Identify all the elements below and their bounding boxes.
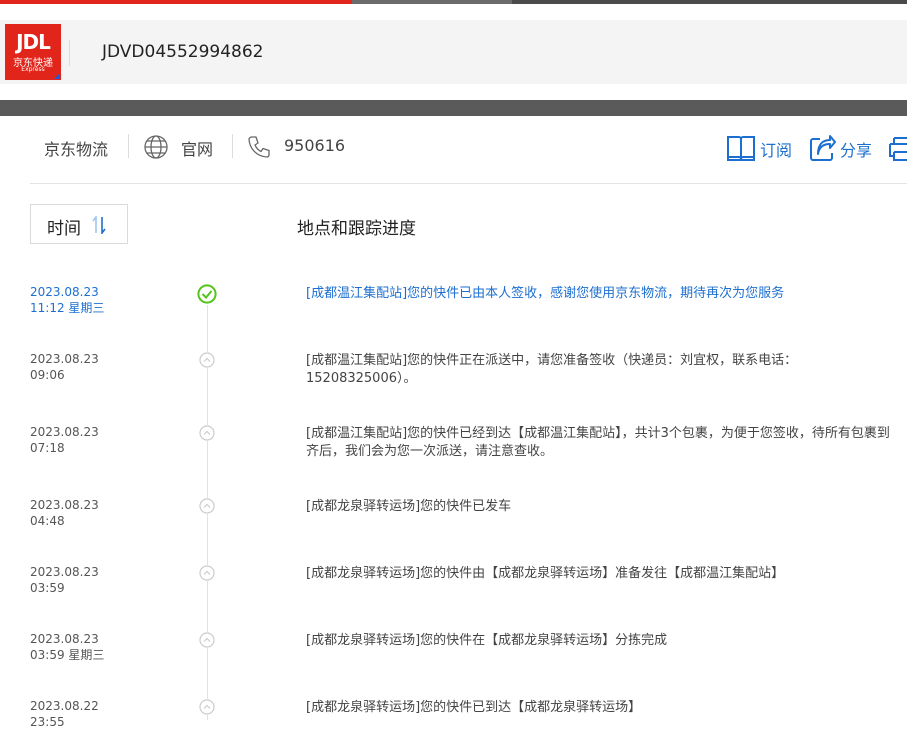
sort-label: 时间 (47, 219, 81, 239)
event-time: 03:59 (30, 581, 65, 595)
sort-by-time-button[interactable]: 时间 (30, 204, 128, 244)
chevron-up-circle-icon (199, 352, 215, 368)
logo-text: JDL (16, 30, 51, 54)
carrier-name: 京东物流 (44, 140, 109, 159)
phone-icon (248, 136, 270, 158)
event-description: [成都龙泉驿转运场]您的快件由【成都龙泉驿转运场】准备发往【成都温江集配站】 (306, 566, 785, 581)
official-site-link[interactable]: 官网 (181, 136, 213, 160)
event-datetime: 2023.08.23 03:59 星期三 (30, 631, 104, 663)
subscribe-label: 订阅 (760, 141, 793, 160)
event-datetime: 2023.08.23 11:12 星期三 (30, 284, 104, 316)
event-description: [成都温江集配站]您的快件正在派送中，请您准备签收（快递员：刘宜权，联系电话：1… (306, 353, 798, 386)
carrier-info-bar: 京东物流 官网 950616 订阅 分享 (30, 130, 907, 166)
chevron-up-circle-icon (199, 425, 215, 441)
event-datetime: 2023.08.23 09:06 (30, 351, 99, 383)
info-divider (128, 134, 129, 158)
event-time: 04:48 (30, 514, 65, 528)
print-icon[interactable] (888, 134, 907, 162)
waybill-header: JDL 京东快递 Express JDVD04552994862 (0, 20, 907, 84)
book-icon (727, 136, 755, 161)
chevron-up-circle-icon (199, 699, 215, 715)
service-phone: 950616 (284, 136, 346, 155)
globe-icon[interactable] (143, 134, 169, 160)
sort-arrows-icon (92, 216, 106, 234)
event-date: 2023.08.23 (30, 352, 99, 366)
share-icon (810, 135, 836, 161)
event-date: 2023.08.22 (30, 699, 99, 713)
tracking-number: JDVD04552994862 (102, 42, 264, 62)
jdl-logo: JDL 京东快递 Express (5, 24, 61, 80)
event-time: 03:59 星期三 (30, 648, 105, 662)
header-spacer (0, 4, 907, 20)
tracking-column-title: 地点和跟踪进度 (297, 219, 416, 239)
chevron-up-circle-icon (199, 565, 215, 581)
check-circle-icon (197, 284, 217, 304)
event-datetime: 2023.08.22 23:55 (30, 698, 99, 730)
section-divider (30, 183, 907, 184)
event-description: [成都龙泉驿转运场]您的快件已到达【成都龙泉驿转运场】 (306, 700, 642, 715)
chevron-up-circle-icon (199, 498, 215, 514)
event-date: 2023.08.23 (30, 632, 99, 646)
logo-corner-mark (54, 73, 60, 79)
chevron-up-circle-icon (199, 632, 215, 648)
event-datetime: 2023.08.23 04:48 (30, 497, 99, 529)
event-date: 2023.08.23 (30, 285, 99, 299)
event-date: 2023.08.23 (30, 498, 99, 512)
event-description: [成都温江集配站]您的快件已由本人签收，感谢您使用京东物流，期待再次为您服务 (306, 286, 785, 301)
event-description: [成都龙泉驿转运场]您的快件已发车 (306, 499, 512, 514)
event-description: [成都龙泉驿转运场]您的快件在【成都龙泉驿转运场】分拣完成 (306, 633, 668, 648)
event-time: 11:12 星期三 (30, 301, 105, 315)
event-date: 2023.08.23 (30, 425, 99, 439)
share-label: 分享 (840, 141, 873, 160)
event-datetime: 2023.08.23 03:59 (30, 564, 99, 596)
logo-en-text: Express (21, 66, 45, 73)
event-time: 09:06 (30, 368, 65, 382)
event-time: 07:18 (30, 441, 65, 455)
event-date: 2023.08.23 (30, 565, 99, 579)
header-divider (69, 40, 70, 66)
header-shadow-band (0, 100, 907, 116)
event-time: 23:55 (30, 715, 65, 729)
event-description: [成都温江集配站]您的快件已经到达【成都温江集配站】，共计3个包裹，为便于您签收… (306, 426, 890, 459)
info-divider (232, 134, 233, 158)
event-datetime: 2023.08.23 07:18 (30, 424, 99, 456)
